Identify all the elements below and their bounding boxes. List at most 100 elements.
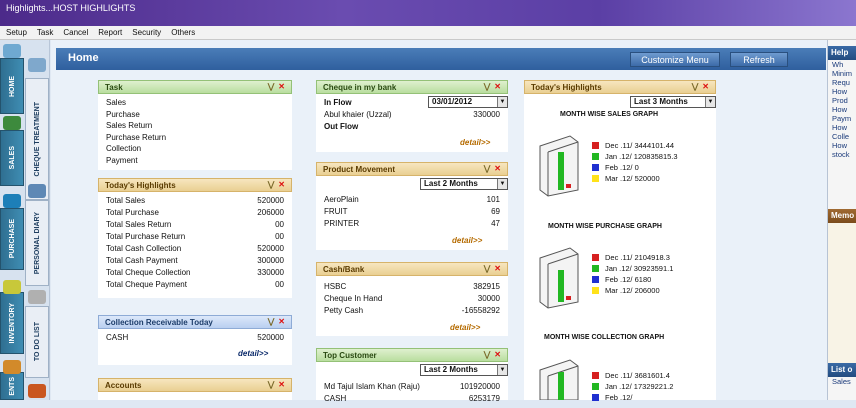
task-sales-return-link[interactable]: Sales Return bbox=[106, 120, 284, 132]
collection-graph-chart bbox=[539, 359, 579, 400]
help-link[interactable]: Requ bbox=[828, 78, 856, 87]
close-icon[interactable]: ✕ bbox=[278, 180, 285, 189]
help-link[interactable]: Minim bbox=[828, 69, 856, 78]
legend-swatch bbox=[592, 142, 599, 149]
legend-swatch bbox=[592, 254, 599, 261]
collapse-icon[interactable]: ⋁ bbox=[268, 180, 275, 189]
customize-menu-button[interactable]: Customize Menu bbox=[630, 52, 720, 67]
task-sales-link[interactable]: Sales bbox=[106, 97, 284, 109]
list-item[interactable]: Sales bbox=[828, 377, 856, 386]
inventory-icon bbox=[3, 280, 21, 294]
close-icon[interactable]: ✕ bbox=[494, 350, 501, 359]
tab-sales[interactable]: SALES bbox=[0, 130, 24, 186]
list-header: List o bbox=[828, 363, 856, 377]
customer-period-select[interactable]: Last 2 Months ▼ bbox=[420, 364, 508, 376]
collapse-icon[interactable]: ⋁ bbox=[268, 317, 275, 326]
panel-title: Collection Receivable Today bbox=[105, 318, 213, 327]
table-row: Total Cheque Payment 00 bbox=[106, 280, 284, 289]
tab-ents[interactable]: ENTS bbox=[0, 372, 24, 400]
close-icon[interactable]: ✕ bbox=[494, 264, 501, 273]
menu-cancel[interactable]: Cancel bbox=[63, 28, 88, 37]
panel-title: Accounts bbox=[105, 381, 142, 390]
chevron-down-icon: ▼ bbox=[497, 365, 507, 375]
tab-home[interactable]: HOME bbox=[0, 58, 24, 114]
help-link[interactable]: How bbox=[828, 123, 856, 132]
close-icon[interactable]: ✕ bbox=[494, 164, 501, 173]
graphs-period-select[interactable]: Last 3 Months ▼ bbox=[630, 96, 716, 108]
help-link[interactable]: How bbox=[828, 87, 856, 96]
collapse-icon[interactable]: ⋁ bbox=[484, 350, 491, 359]
help-link[interactable]: How bbox=[828, 105, 856, 114]
close-icon[interactable]: ✕ bbox=[278, 82, 285, 91]
menu-others[interactable]: Others bbox=[171, 28, 195, 37]
task-panel: Task ⋁ ✕ Sales Purchase Sales Return Purc… bbox=[98, 80, 292, 170]
product-period-select[interactable]: Last 2 Months ▼ bbox=[420, 178, 508, 190]
panel-title: Product Movement bbox=[323, 165, 396, 174]
table-row: Total Purchase 206000 bbox=[106, 208, 284, 217]
task-purchase-link[interactable]: Purchase bbox=[106, 109, 284, 121]
collection-graph-title: MONTH WISE COLLECTION GRAPH bbox=[544, 334, 665, 341]
table-row: FRUIT 69 bbox=[324, 207, 500, 216]
menu-report[interactable]: Report bbox=[98, 28, 122, 37]
table-row: HSBC 382915 bbox=[324, 282, 500, 291]
out-flow-label: Out Flow bbox=[324, 122, 359, 131]
help-link[interactable]: Colle bbox=[828, 132, 856, 141]
cashbank-detail-link[interactable]: detail>> bbox=[450, 323, 480, 332]
table-row: PRINTER 47 bbox=[324, 219, 500, 228]
help-link[interactable]: How bbox=[828, 141, 856, 150]
todo-icon bbox=[28, 290, 46, 304]
task-payment-link[interactable]: Payment bbox=[106, 155, 284, 167]
product-panel-header: Product Movement ⋁ ✕ bbox=[316, 162, 508, 176]
help-link[interactable]: Prod bbox=[828, 96, 856, 105]
tab-personal-diary[interactable]: PERSONAL DIARY bbox=[25, 200, 49, 286]
tab-inventory[interactable]: INVENTORY bbox=[0, 292, 24, 354]
task-collection-link[interactable]: Collection bbox=[106, 143, 284, 155]
help-link[interactable]: stock bbox=[828, 150, 856, 159]
tab-purchase[interactable]: PURCHASE bbox=[0, 208, 24, 270]
refresh-button[interactable]: Refresh bbox=[730, 52, 788, 67]
help-link[interactable]: Paym bbox=[828, 114, 856, 123]
purchase-graph-title: MONTH WISE PURCHASE GRAPH bbox=[548, 223, 662, 230]
collapse-icon[interactable]: ⋁ bbox=[692, 82, 699, 91]
cheque-icon bbox=[28, 58, 46, 72]
tab-cheque-treatment[interactable]: CHEQUE TREATMENT bbox=[25, 78, 49, 200]
product-detail-link[interactable]: detail>> bbox=[452, 236, 482, 245]
collapse-icon[interactable]: ⋁ bbox=[484, 82, 491, 91]
table-row: Petty Cash -16558292 bbox=[324, 306, 500, 315]
memo-area[interactable] bbox=[828, 223, 856, 363]
collapse-icon[interactable]: ⋁ bbox=[484, 164, 491, 173]
close-icon[interactable]: ✕ bbox=[278, 317, 285, 326]
collection-detail-link[interactable]: detail>> bbox=[238, 349, 268, 358]
collection-panel: Collection Receivable Today ⋁ ✕ CASH 52000… bbox=[98, 315, 292, 365]
table-row: Total Sales 520000 bbox=[106, 196, 284, 205]
collapse-icon[interactable]: ⋁ bbox=[268, 380, 275, 389]
legend-swatch bbox=[592, 372, 599, 379]
help-link[interactable]: Wh bbox=[828, 60, 856, 69]
chevron-down-icon: ▼ bbox=[497, 97, 507, 107]
menu-security[interactable]: Security bbox=[132, 28, 161, 37]
panel-title: Cheque in my bank bbox=[323, 83, 397, 92]
sales-graph-legend: Dec .11/ 3444101.44 Jan .12/ 120835815.3… bbox=[592, 140, 678, 184]
highlights-panel: Today's Highlights ⋁ ✕ Total Sales 520000 … bbox=[98, 178, 292, 298]
close-icon[interactable]: ✕ bbox=[702, 82, 709, 91]
legend-swatch bbox=[592, 287, 599, 294]
collapse-icon[interactable]: ⋁ bbox=[268, 82, 275, 91]
collapse-icon[interactable]: ⋁ bbox=[484, 264, 491, 273]
table-row: Total Cash Collection 520000 bbox=[106, 244, 284, 253]
table-row: Md Tajul Islam Khan (Raju) 101920000 bbox=[324, 382, 500, 391]
cheque-date-select[interactable]: 03/01/2012 ▼ bbox=[428, 96, 508, 108]
sales-graph-title: MONTH WISE SALES GRAPH bbox=[560, 111, 659, 118]
task-purchase-return-link[interactable]: Purchase Return bbox=[106, 132, 284, 144]
tab-to-do-list[interactable]: TO DO LIST bbox=[25, 306, 49, 378]
window-title-bar: Highlights...HOST HIGHLIGHTS bbox=[0, 0, 856, 26]
panel-title: Top Customer bbox=[323, 351, 377, 360]
menu-task[interactable]: Task bbox=[37, 28, 53, 37]
table-row: Abul khaier (Uzzal) 330000 bbox=[324, 110, 500, 119]
cheque-detail-link[interactable]: detail>> bbox=[460, 138, 490, 147]
close-icon[interactable]: ✕ bbox=[278, 380, 285, 389]
cashbank-panel: Cash/Bank ⋁ ✕ HSBC 382915 Cheque In Hand 30… bbox=[316, 262, 508, 336]
close-icon[interactable]: ✕ bbox=[494, 82, 501, 91]
customer-panel: Top Customer ⋁ ✕ Last 2 Months ▼ Md Tajul … bbox=[316, 348, 508, 403]
menu-setup[interactable]: Setup bbox=[6, 28, 27, 37]
table-row: Total Cash Payment 300000 bbox=[106, 256, 284, 265]
